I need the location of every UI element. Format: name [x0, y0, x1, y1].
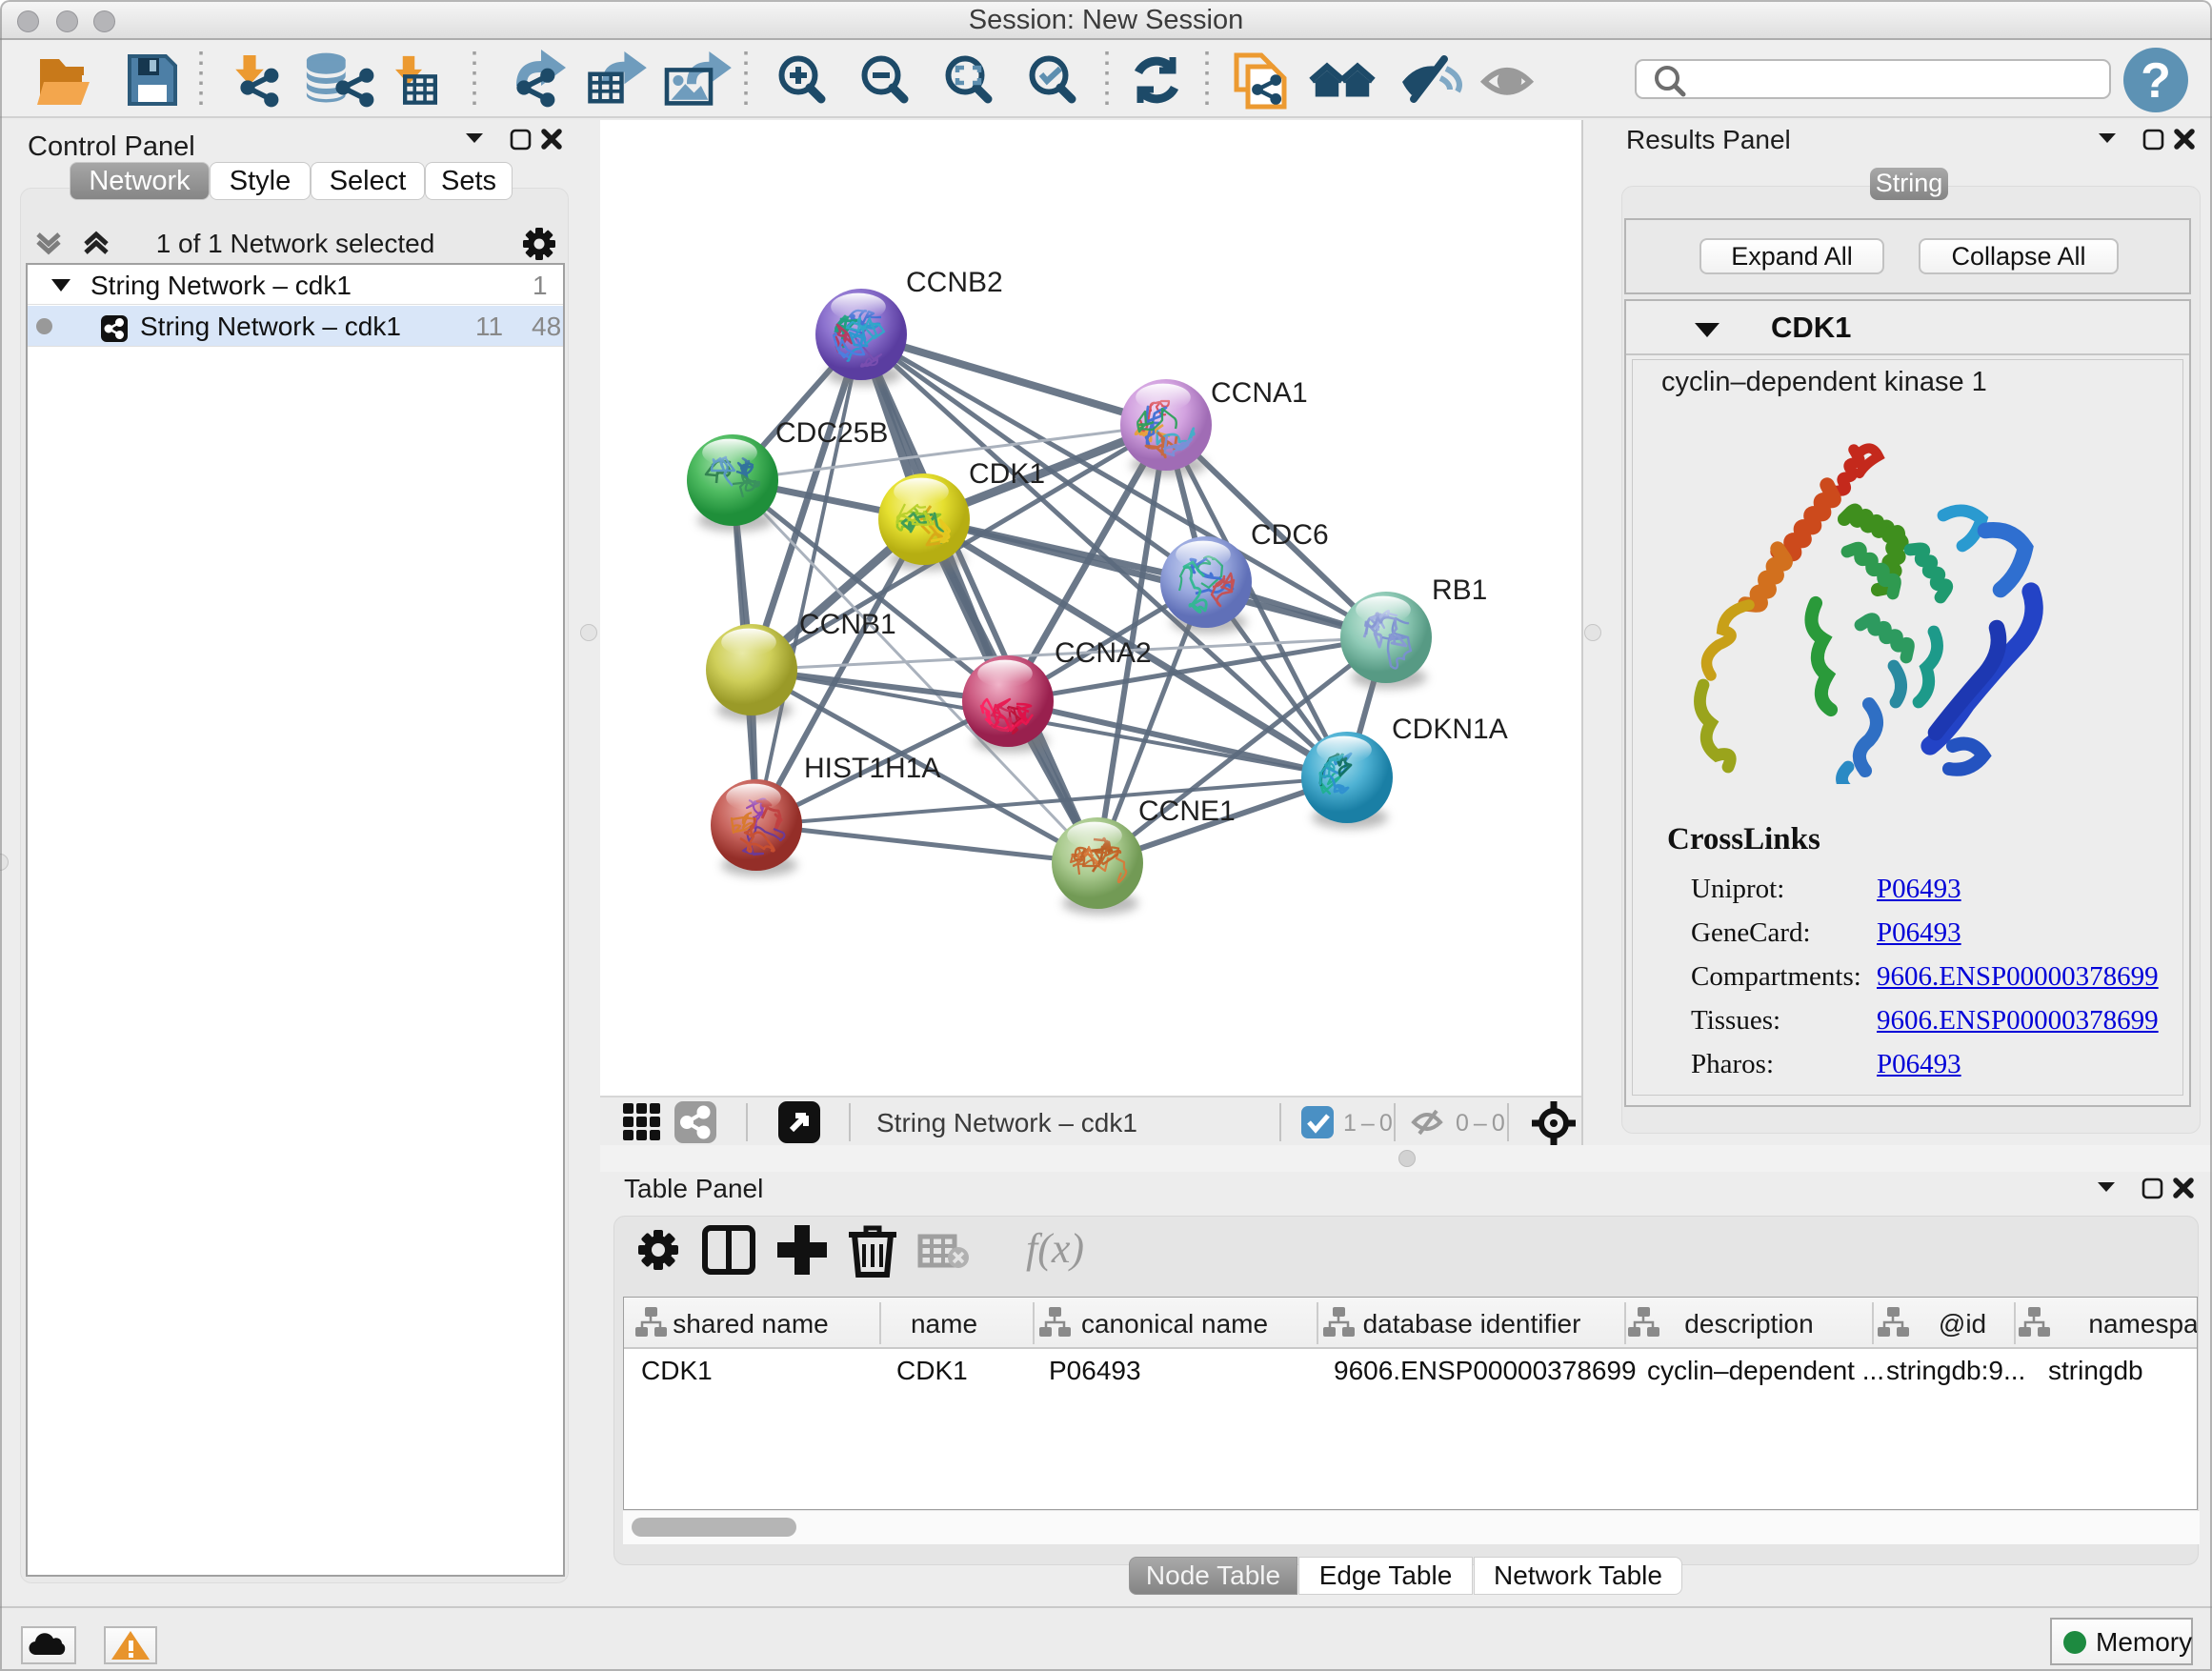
svg-text:CCNA1: CCNA1: [1211, 377, 1308, 409]
svg-text:CDKN1A: CDKN1A: [1392, 714, 1508, 745]
svg-text:CDC25B: CDC25B: [775, 417, 888, 449]
svg-text:HIST1H1A: HIST1H1A: [804, 753, 940, 784]
svg-text:f(x): f(x): [1026, 1225, 1084, 1272]
svg-text:RB1: RB1: [1432, 574, 1487, 606]
svg-text:description: description: [1684, 1309, 1813, 1339]
svg-text:CCNE1: CCNE1: [1138, 795, 1236, 827]
svg-text:CDK1: CDK1: [969, 458, 1045, 490]
svg-text:0 – 0: 0 – 0: [1456, 1110, 1505, 1137]
svg-text:CCNB1: CCNB1: [799, 609, 896, 640]
svg-text:database identifier: database identifier: [1363, 1309, 1581, 1339]
svg-text:@id: @id: [1939, 1309, 1986, 1339]
svg-text:CCNB2: CCNB2: [906, 267, 1003, 298]
svg-text:name: name: [911, 1309, 977, 1339]
svg-text:canonical name: canonical name: [1081, 1309, 1268, 1339]
svg-text:1 – 0: 1 – 0: [1343, 1110, 1393, 1137]
svg-text:namespac: namespac: [2088, 1309, 2197, 1339]
svg-text:CDC6: CDC6: [1251, 519, 1329, 551]
svg-text:shared name: shared name: [673, 1309, 828, 1339]
svg-text:String Network – cdk1: String Network – cdk1: [876, 1108, 1137, 1137]
svg-text:?: ?: [2141, 53, 2171, 109]
svg-text:CCNA2: CCNA2: [1055, 637, 1152, 669]
